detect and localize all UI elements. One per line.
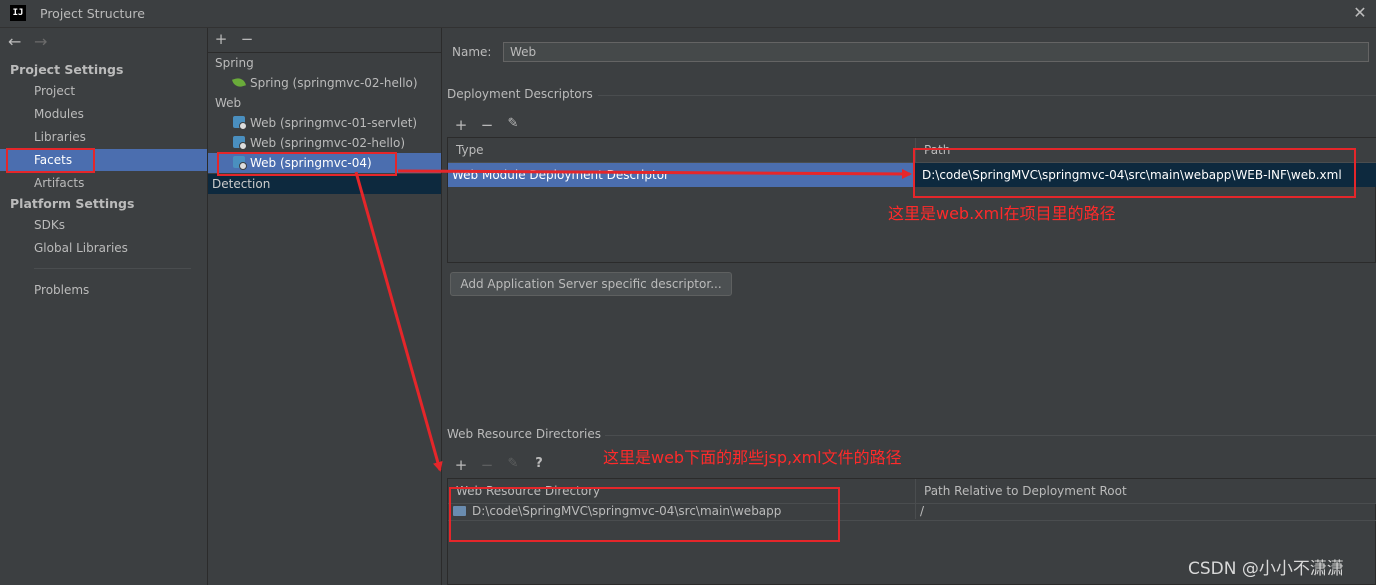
arrow-to-resource-dir (354, 171, 443, 472)
csdn-watermark: CSDN @小小不潇潇 (1188, 559, 1344, 579)
annotation-arrows (354, 168, 912, 472)
arrow-to-webxml-path (397, 168, 912, 179)
